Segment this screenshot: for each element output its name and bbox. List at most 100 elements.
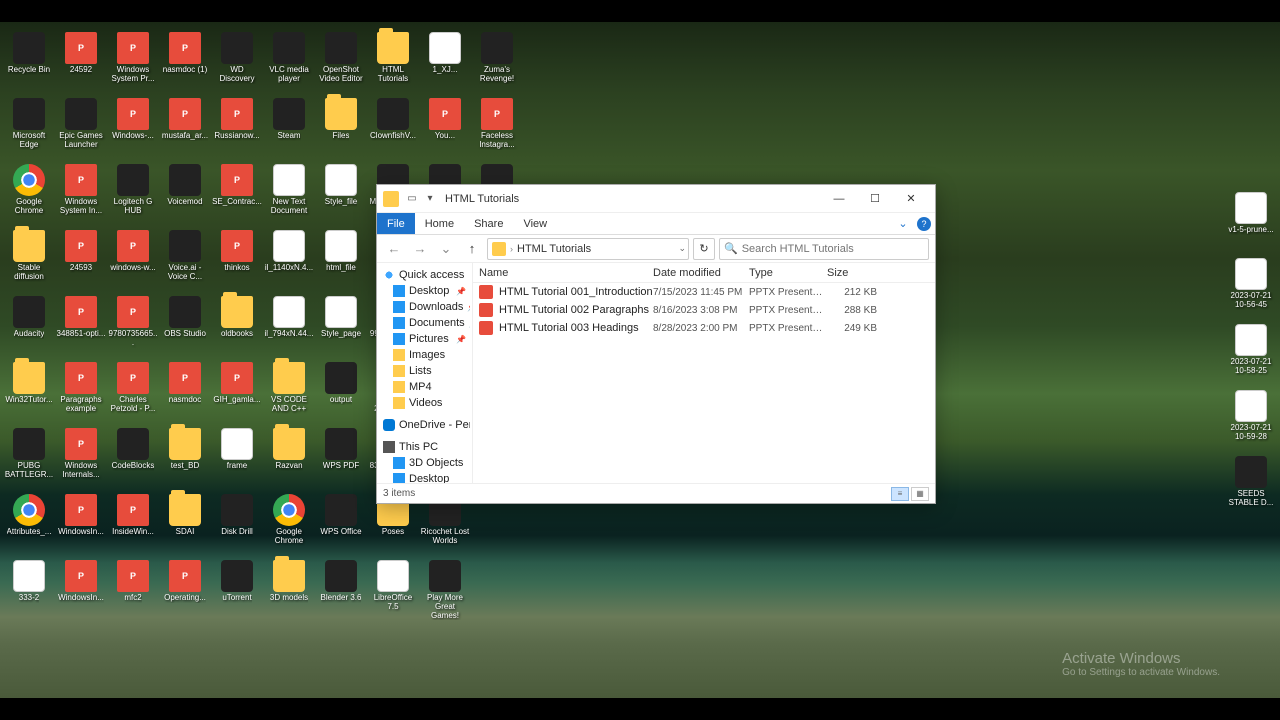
desktop-icon[interactable]: P nasmdoc (1): [160, 30, 210, 94]
nav-item[interactable]: Desktop: [379, 471, 470, 483]
desktop-icon[interactable]: Voice.ai - Voice C...: [160, 228, 210, 292]
desktop-icon[interactable]: oldbooks: [212, 294, 262, 358]
desktop[interactable]: Recycle Bin Microsoft Edge Google Chrome…: [0, 22, 1280, 698]
desktop-icon[interactable]: Microsoft Edge: [4, 96, 54, 160]
col-name[interactable]: Name: [479, 267, 653, 279]
nav-item[interactable]: Documents 📌: [379, 315, 470, 331]
desktop-icon[interactable]: VLC media player: [264, 30, 314, 94]
desktop-icon[interactable]: P Charles Petzold - P...: [108, 360, 158, 424]
desktop-icon[interactable]: CodeBlocks: [108, 426, 158, 490]
desktop-icon[interactable]: P InsideWin...: [108, 492, 158, 556]
desktop-icon[interactable]: P Windows System In...: [56, 162, 106, 226]
breadcrumb-current[interactable]: HTML Tutorials: [517, 243, 591, 255]
desktop-icon[interactable]: WPS PDF: [316, 426, 366, 490]
desktop-icon[interactable]: output: [316, 360, 366, 424]
nav-item[interactable]: Downloads 📌: [379, 299, 470, 315]
desktop-icon[interactable]: P Windows System Pr...: [108, 30, 158, 94]
desktop-icon[interactable]: Logitech G HUB: [108, 162, 158, 226]
desktop-icon[interactable]: 2023-07-21 10-56-45: [1226, 256, 1276, 320]
address-dropdown-icon[interactable]: ⌄: [678, 243, 686, 254]
desktop-icon[interactable]: frame: [212, 426, 262, 490]
desktop-icon[interactable]: Epic Games Launcher: [56, 96, 106, 160]
nav-onedrive[interactable]: OneDrive - Person: [379, 417, 470, 433]
desktop-icon[interactable]: P WindowsIn...: [56, 492, 106, 556]
desktop-icon[interactable]: P 24593: [56, 228, 106, 292]
desktop-icon[interactable]: Voicemod: [160, 162, 210, 226]
nav-item[interactable]: 3D Objects: [379, 455, 470, 471]
desktop-icon[interactable]: il_794xN.44...: [264, 294, 314, 358]
desktop-icon[interactable]: P WindowsIn...: [56, 558, 106, 622]
desktop-icon[interactable]: P 9780735665...: [108, 294, 158, 358]
desktop-icon[interactable]: 333-2: [4, 558, 54, 622]
desktop-icon[interactable]: Attributes_...: [4, 492, 54, 556]
help-icon[interactable]: ?: [917, 217, 931, 231]
file-row[interactable]: HTML Tutorial 001_Introduction 7/15/2023…: [473, 283, 935, 301]
desktop-icon[interactable]: Files: [316, 96, 366, 160]
nav-item[interactable]: Videos: [379, 395, 470, 411]
desktop-icon[interactable]: 3D models: [264, 558, 314, 622]
desktop-icon[interactable]: P SE_Contrac...: [212, 162, 262, 226]
desktop-icon[interactable]: P You...: [420, 96, 470, 160]
refresh-button[interactable]: ↻: [693, 238, 715, 260]
desktop-icon[interactable]: il_1140xN.4...: [264, 228, 314, 292]
titlebar[interactable]: ▭ ▾ HTML Tutorials — ☐ ✕: [377, 185, 935, 213]
desktop-icon[interactable]: WPS Office: [316, 492, 366, 556]
desktop-icon[interactable]: P Windows-...: [108, 96, 158, 160]
desktop-icon[interactable]: 1_XJ...: [420, 30, 470, 94]
desktop-icon[interactable]: P Windows Internals...: [56, 426, 106, 490]
address-bar[interactable]: › HTML Tutorials ⌄: [487, 238, 689, 260]
desktop-icon[interactable]: P thinkos: [212, 228, 262, 292]
tab-view[interactable]: View: [513, 213, 557, 234]
desktop-icon[interactable]: 2023-07-21 10-58-25: [1226, 322, 1276, 386]
desktop-icon[interactable]: Style_page: [316, 294, 366, 358]
search-input[interactable]: [742, 243, 924, 255]
column-headers[interactable]: Name Date modified Type Size: [473, 263, 935, 283]
desktop-icon[interactable]: Recycle Bin: [4, 30, 54, 94]
search-box[interactable]: 🔍: [719, 238, 929, 260]
desktop-icon[interactable]: LibreOffice 7.5: [368, 558, 418, 622]
tab-share[interactable]: Share: [464, 213, 513, 234]
col-type[interactable]: Type: [749, 267, 827, 279]
desktop-icon[interactable]: v1-5-prune...: [1226, 190, 1276, 254]
desktop-icon[interactable]: test_BD: [160, 426, 210, 490]
tab-file[interactable]: File: [377, 213, 415, 234]
navigation-pane[interactable]: Quick access Desktop 📌 Downloads 📌 Docum…: [377, 263, 473, 483]
recent-locations-button[interactable]: ⌄: [435, 238, 457, 260]
view-thumbnails-button[interactable]: ▦: [911, 487, 929, 501]
desktop-icon[interactable]: OBS Studio: [160, 294, 210, 358]
desktop-icon[interactable]: Zuma's Revenge!: [472, 30, 522, 94]
desktop-icon[interactable]: Google Chrome: [4, 162, 54, 226]
maximize-button[interactable]: ☐: [857, 185, 893, 213]
close-button[interactable]: ✕: [893, 185, 929, 213]
desktop-icon[interactable]: P Russianow...: [212, 96, 262, 160]
nav-item[interactable]: Pictures 📌: [379, 331, 470, 347]
desktop-icon[interactable]: SDAI: [160, 492, 210, 556]
desktop-icon[interactable]: P 348851-opti...: [56, 294, 106, 358]
desktop-icon[interactable]: Stable diffusion: [4, 228, 54, 292]
desktop-icon[interactable]: P nasmdoc: [160, 360, 210, 424]
file-row[interactable]: HTML Tutorial 003 Headings 8/28/2023 2:0…: [473, 319, 935, 337]
col-date[interactable]: Date modified: [653, 267, 749, 279]
desktop-icon[interactable]: Play More Great Games!: [420, 558, 470, 622]
desktop-icon[interactable]: P windows-w...: [108, 228, 158, 292]
desktop-icon[interactable]: html_file: [316, 228, 366, 292]
desktop-icon[interactable]: Disk Drill: [212, 492, 262, 556]
nav-item[interactable]: Lists: [379, 363, 470, 379]
desktop-icon[interactable]: uTorrent: [212, 558, 262, 622]
up-button[interactable]: ↑: [461, 238, 483, 260]
col-size[interactable]: Size: [827, 267, 877, 279]
desktop-icon[interactable]: Razvan: [264, 426, 314, 490]
file-row[interactable]: HTML Tutorial 002 Paragraphs 8/16/2023 3…: [473, 301, 935, 319]
desktop-icon[interactable]: ClownfishV...: [368, 96, 418, 160]
desktop-icon[interactable]: 2023-07-21 10-59-28: [1226, 388, 1276, 452]
qat-properties-icon[interactable]: ▭: [405, 192, 419, 206]
ribbon-expand-icon[interactable]: ⌄: [893, 213, 913, 234]
desktop-icon[interactable]: Style_file: [316, 162, 366, 226]
desktop-icon[interactable]: SEEDS STABLE D...: [1226, 454, 1276, 518]
nav-item[interactable]: Desktop 📌: [379, 283, 470, 299]
desktop-icon[interactable]: P Paragraphs example: [56, 360, 106, 424]
desktop-icon[interactable]: P Operating...: [160, 558, 210, 622]
desktop-icon[interactable]: Win32Tutor...: [4, 360, 54, 424]
nav-this-pc[interactable]: This PC: [379, 439, 470, 455]
back-button[interactable]: ←: [383, 238, 405, 260]
